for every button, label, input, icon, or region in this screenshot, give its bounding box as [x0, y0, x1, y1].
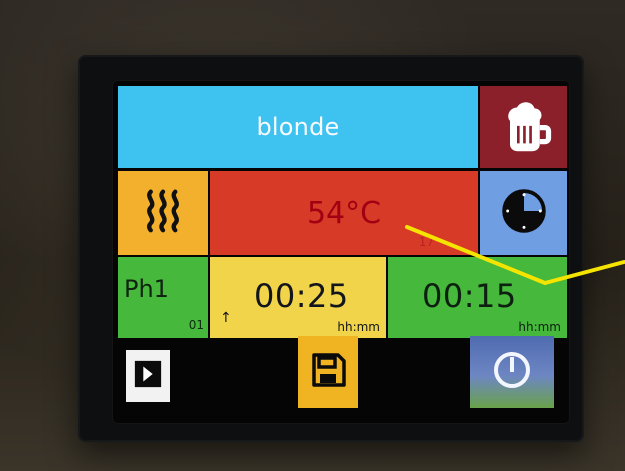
temperature-display: 54°C 17	[210, 171, 478, 255]
power-button[interactable]	[470, 336, 554, 408]
heat-waves-icon	[135, 183, 191, 243]
recipe-title: blonde	[256, 113, 340, 141]
save-button[interactable]	[298, 336, 358, 408]
skip-next-button[interactable]	[126, 350, 170, 402]
phase-indicator[interactable]: Ph1 01	[118, 257, 208, 338]
floppy-disk-icon	[308, 350, 348, 394]
timer-display-1[interactable]: ↑ 00:25 hh:mm	[210, 257, 386, 338]
phase-label: Ph1	[124, 275, 169, 303]
skip-next-icon	[133, 359, 163, 393]
timer-1-unit: hh:mm	[337, 320, 380, 334]
heating-button[interactable]	[118, 171, 208, 255]
clock-icon	[495, 182, 553, 244]
timer-1-arrow-indicator: ↑	[220, 310, 232, 326]
recipe-title-bar[interactable]: blonde	[118, 86, 478, 168]
timer-1-value: 00:25	[254, 277, 349, 315]
timer-2-value: 00:15	[422, 277, 517, 315]
temperature-value: 54°C	[306, 195, 382, 231]
timer-button[interactable]	[480, 171, 567, 255]
beer-mug-icon	[496, 97, 552, 157]
timer-display-2[interactable]: 00:15 hh:mm	[388, 257, 567, 338]
phase-index: 01	[188, 318, 204, 332]
timer-2-unit: hh:mm	[518, 320, 561, 334]
power-icon	[490, 348, 534, 396]
beer-button[interactable]	[480, 86, 567, 168]
temperature-small-indicator: 17	[418, 235, 434, 249]
